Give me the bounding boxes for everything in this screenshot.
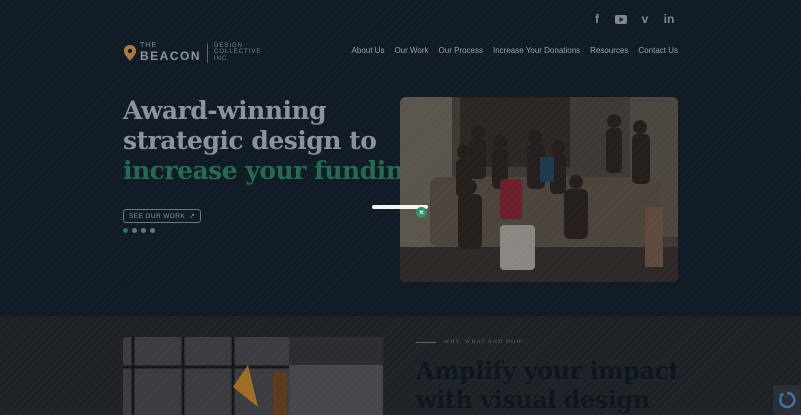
section-title: Amplify your impact with visual design xyxy=(416,356,716,414)
why-what-how-section: WHY, WHAT AND HOW Amplify your impact wi… xyxy=(0,316,801,415)
beacon-logo-icon xyxy=(124,44,136,61)
nav-item-resources[interactable]: Resources xyxy=(590,46,628,55)
recaptcha-icon xyxy=(779,391,796,409)
office-photo-illustration xyxy=(123,337,383,415)
section-title-line-1: Amplify your impact xyxy=(416,356,680,385)
close-icon[interactable]: × xyxy=(416,207,427,218)
headline-line-1: Award-winning xyxy=(123,96,327,125)
site-logo[interactable]: THE BEACON DESIGN COLLECTIVE INC. xyxy=(123,42,266,63)
hero-headline: Award-winning strategic design to increa… xyxy=(123,96,429,186)
carousel-dot-4[interactable] xyxy=(150,228,155,233)
eyebrow-divider xyxy=(416,341,436,343)
carousel-dot-2[interactable] xyxy=(132,228,137,233)
hero-section: f v in THE BEACON DESIGN COLLECTIVE INC.… xyxy=(0,0,801,316)
eyebrow-text: WHY, WHAT AND HOW xyxy=(444,339,523,345)
carousel-dots xyxy=(123,228,155,233)
office-photo xyxy=(123,337,383,415)
nav-item-our-work[interactable]: Our Work xyxy=(394,46,428,55)
logo-tagline: DESIGN COLLECTIVE INC. xyxy=(214,42,262,62)
linkedin-icon[interactable]: in xyxy=(657,11,681,27)
logo-wordmark: BEACON xyxy=(140,49,202,63)
nav-item-increase-donations[interactable]: Increase Your Donations xyxy=(493,46,580,55)
nav-item-our-process[interactable]: Our Process xyxy=(439,46,483,55)
youtube-icon[interactable] xyxy=(609,11,633,27)
logo-divider xyxy=(207,42,209,63)
nav-item-about-us[interactable]: About Us xyxy=(352,46,385,55)
recaptcha-badge[interactable] xyxy=(773,385,801,415)
main-nav: About Us Our Work Our Process Increase Y… xyxy=(342,46,678,55)
headline-line-2: strategic design to xyxy=(123,126,377,155)
logo-the: THE xyxy=(140,42,157,49)
external-arrow-icon: ↗ xyxy=(189,213,196,220)
carousel-dot-1[interactable] xyxy=(123,228,128,233)
cta-label: SEE OUR WORK xyxy=(129,212,186,220)
headline-line-3: increase your funding. xyxy=(123,156,429,185)
section-title-line-2: with visual design xyxy=(416,385,650,414)
team-photo-illustration xyxy=(400,97,678,282)
nav-item-contact-us[interactable]: Contact Us xyxy=(638,46,678,55)
see-our-work-button[interactable]: SEE OUR WORK ↗ xyxy=(123,209,202,223)
team-photo xyxy=(400,97,678,282)
social-links: f v in xyxy=(585,11,681,27)
vimeo-icon[interactable]: v xyxy=(633,11,657,27)
facebook-icon[interactable]: f xyxy=(585,11,609,27)
carousel-dot-3[interactable] xyxy=(141,228,146,233)
section-eyebrow: WHY, WHAT AND HOW xyxy=(416,339,523,345)
